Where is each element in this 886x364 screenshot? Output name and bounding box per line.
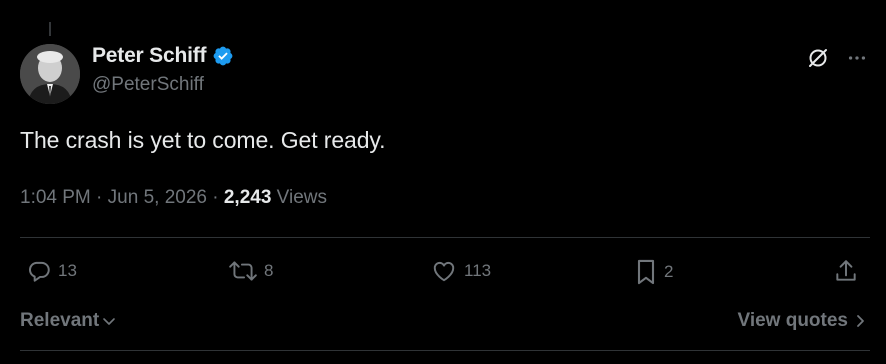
view-quotes-link[interactable]: View quotes — [737, 310, 866, 332]
view-quotes-label: View quotes — [737, 310, 848, 331]
tweet-time[interactable]: 1:04 PM — [20, 187, 91, 209]
sort-dropdown[interactable]: Relevant — [20, 310, 117, 332]
meta-separator: · — [90, 187, 108, 208]
verified-badge-icon[interactable] — [212, 45, 234, 67]
thread-connector-line — [49, 22, 51, 36]
retweet-count: 8 — [264, 261, 274, 280]
sort-label: Relevant — [20, 310, 100, 331]
author-block: Peter Schiff @PeterSchiff — [92, 42, 234, 96]
divider — [20, 237, 870, 238]
avatar[interactable] — [20, 44, 80, 104]
author-name-row: Peter Schiff — [92, 42, 234, 70]
tweet-meta: 1:04 PM · Jun 5, 2026 · 2,243 Views — [20, 187, 327, 209]
divider — [20, 350, 870, 351]
views-label[interactable]: Views — [271, 187, 327, 209]
share-icon — [836, 260, 856, 281]
more-icon[interactable] — [846, 47, 868, 69]
author-display-name[interactable]: Peter Schiff — [92, 44, 207, 68]
reply-icon — [28, 261, 50, 282]
avatar-image — [20, 44, 80, 104]
chevron-right-icon — [857, 315, 864, 327]
like-count: 113 — [464, 261, 492, 280]
like-button[interactable]: 113 — [430, 258, 491, 284]
share-button[interactable] — [833, 258, 859, 284]
bookmark-count: 2 — [664, 262, 674, 281]
bookmark-icon — [637, 259, 655, 285]
reply-button[interactable]: 13 — [26, 258, 77, 284]
author-handle[interactable]: @PeterSchiff — [92, 74, 234, 96]
tweet-date[interactable]: Jun 5, 2026 — [108, 187, 207, 209]
retweet-button[interactable]: 8 — [228, 258, 273, 284]
tweet-top-actions — [806, 46, 868, 70]
like-icon — [433, 261, 455, 282]
bookmark-button[interactable]: 2 — [634, 258, 673, 286]
chevron-down-icon — [103, 318, 116, 325]
meta-separator: · — [206, 187, 224, 208]
grok-icon[interactable] — [806, 46, 830, 70]
tweet-text: The crash is yet to come. Get ready. — [20, 127, 386, 153]
views-count[interactable]: 2,243 — [224, 187, 272, 209]
retweet-icon — [229, 261, 257, 281]
reply-count: 13 — [58, 261, 77, 280]
